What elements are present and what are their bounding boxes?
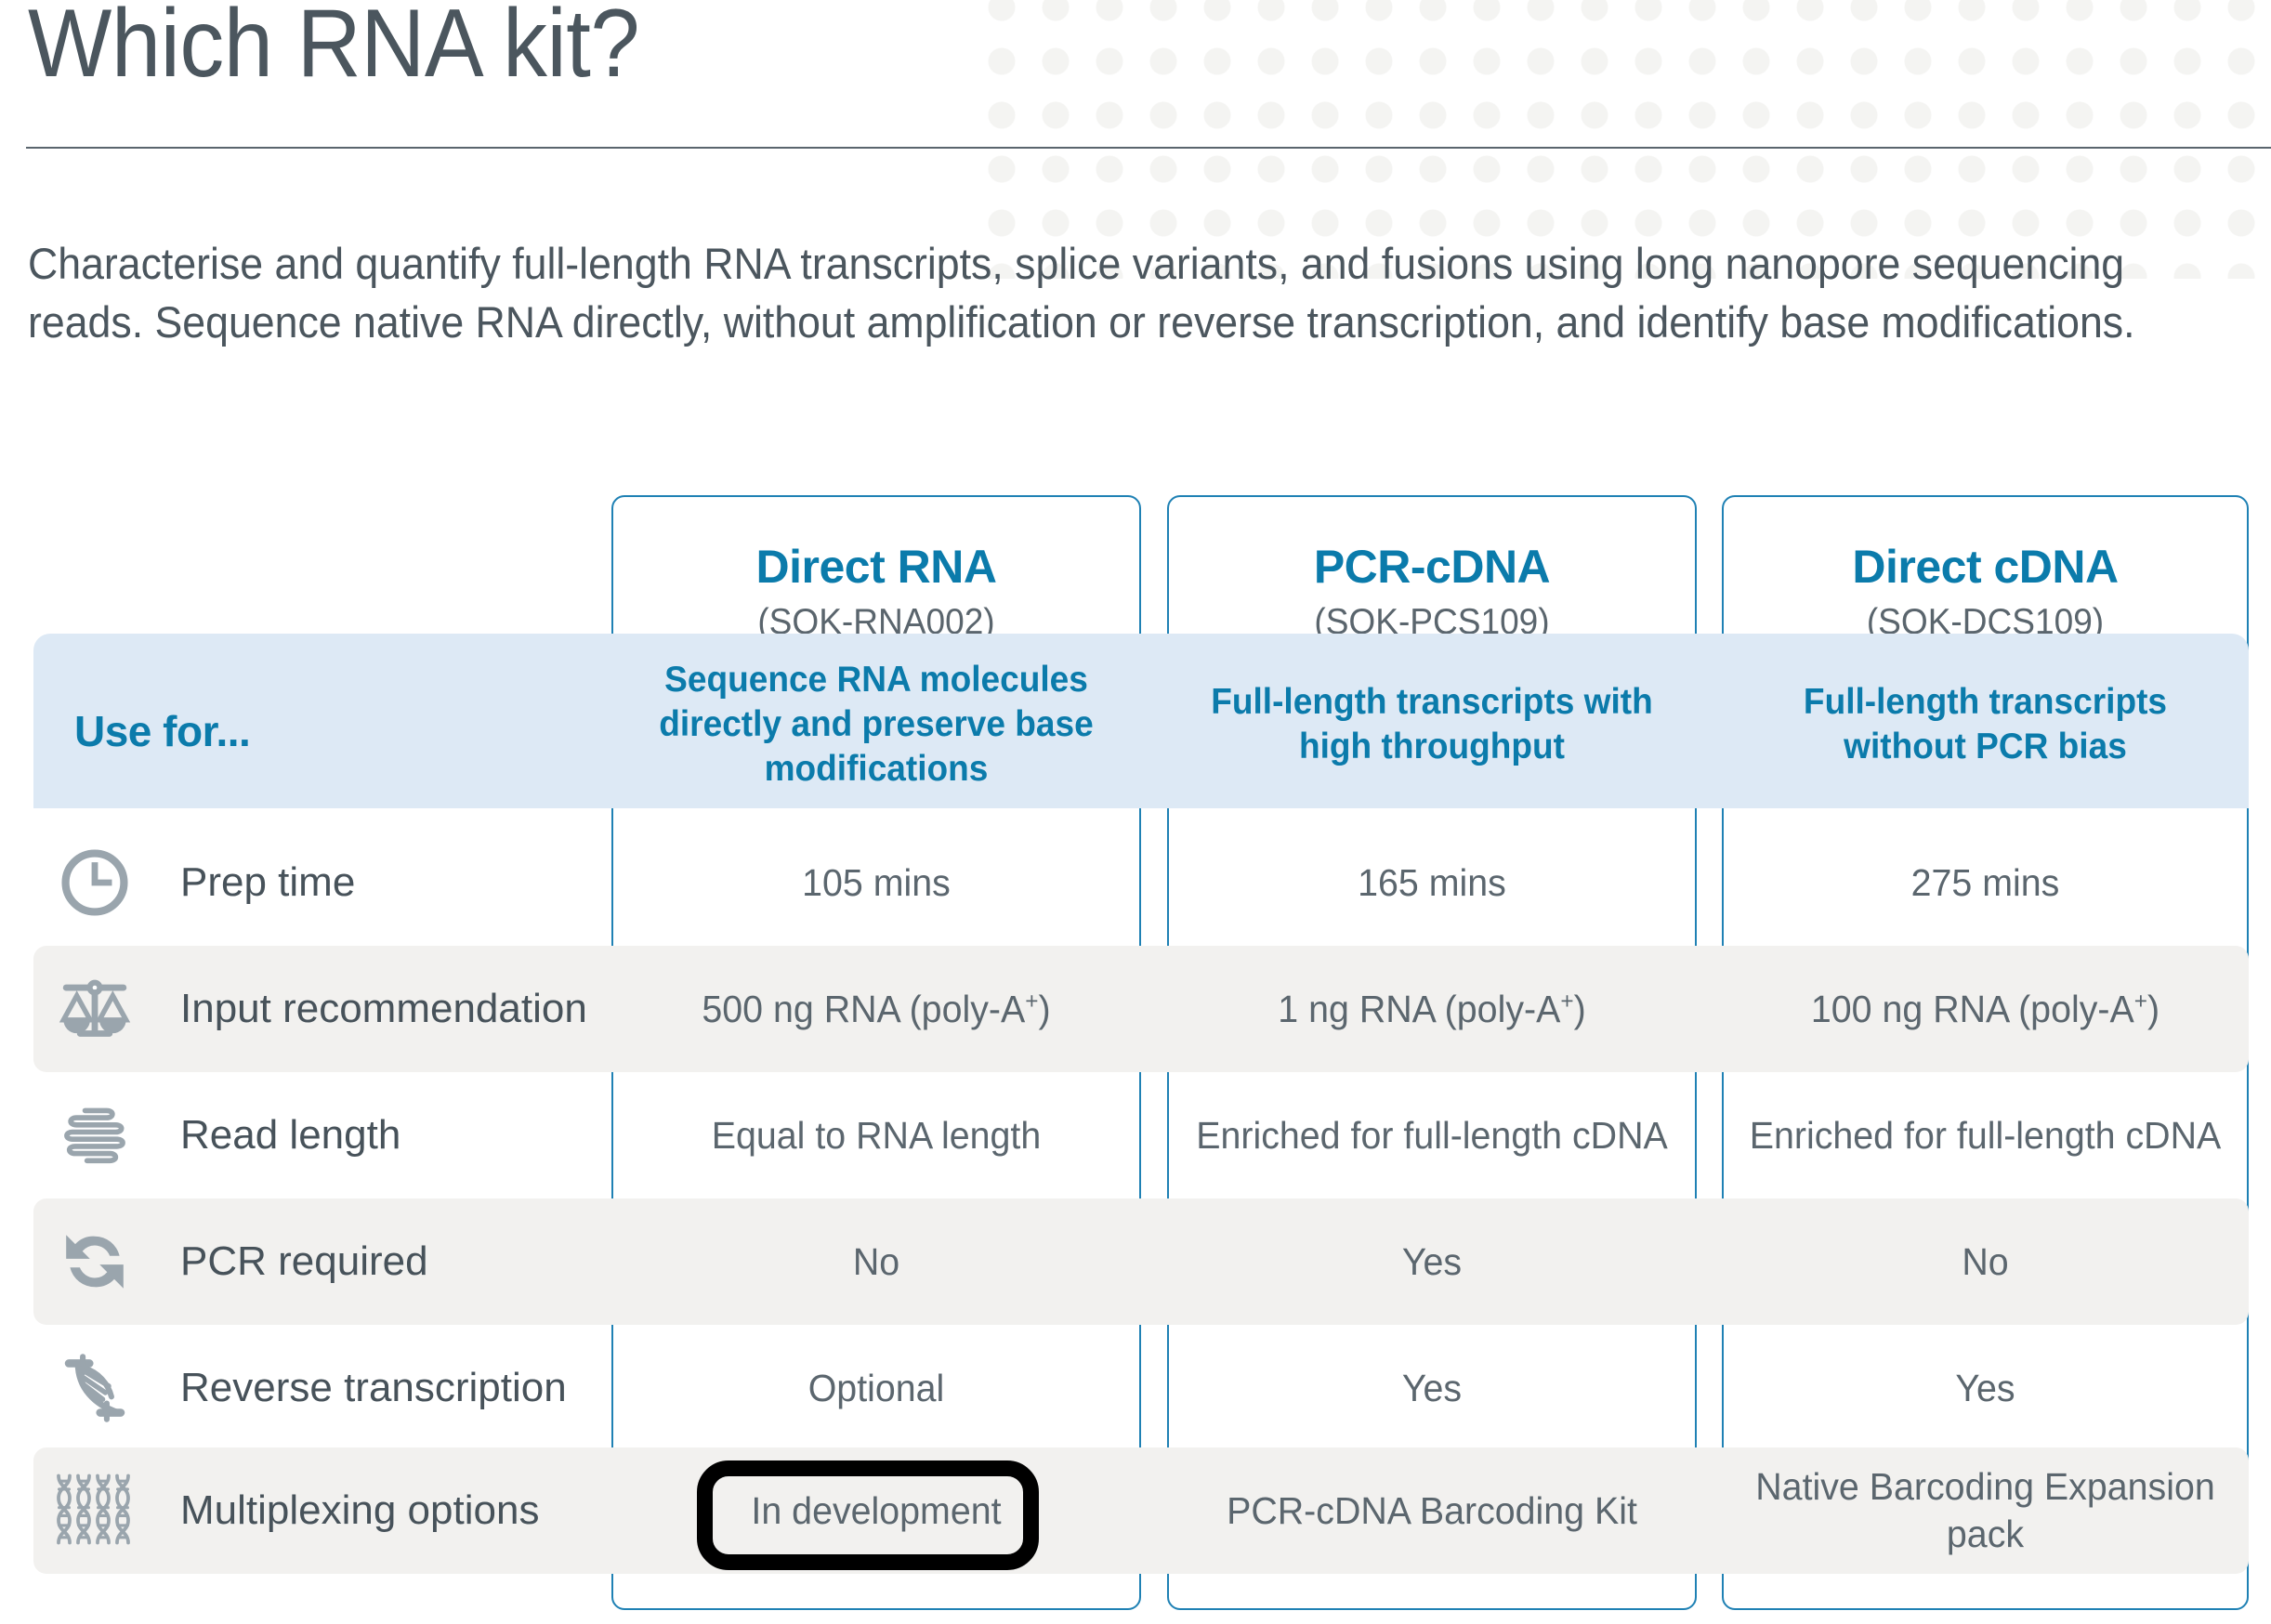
kit-code: (SQK-PCS109) xyxy=(1314,602,1550,642)
row-label: Read length xyxy=(180,1112,401,1158)
dna-multiplex-icon xyxy=(50,1471,139,1551)
row-label: Prep time xyxy=(180,859,356,905)
row-label: Input recommendation xyxy=(180,986,587,1031)
kit-code: (SQK-DCS109) xyxy=(1866,602,2105,642)
balance-scale-icon xyxy=(50,969,139,1049)
use-for-row-label: Use for... xyxy=(74,707,251,755)
kit-title: Direct RNA xyxy=(755,541,997,593)
which-rna-kit-page: Which RNA kit? Characterise and quantify… xyxy=(0,0,2271,1624)
clock-icon xyxy=(50,845,139,921)
intro-paragraph: Characterise and quantify full-length RN… xyxy=(28,239,2135,347)
row-label: Reverse transcription xyxy=(180,1365,567,1410)
kit-card-direct-rna[interactable]: Direct RNA (SQK-RNA002) xyxy=(611,495,1141,1610)
kit-code: (SQK-RNA002) xyxy=(757,602,995,642)
kit-card-pcr-cdna[interactable]: PCR-cDNA (SQK-PCS109) xyxy=(1167,495,1697,1610)
kit-title: Direct cDNA xyxy=(1852,541,2119,593)
kit-card-direct-cdna[interactable]: Direct cDNA (SQK-DCS109) xyxy=(1722,495,2249,1610)
cycle-arrows-icon xyxy=(50,1223,139,1301)
kit-title: PCR-cDNA xyxy=(1313,541,1551,593)
title-divider xyxy=(26,147,2271,149)
kit-card-header: Direct RNA (SQK-RNA002) xyxy=(613,542,1139,643)
rna-strand-icon xyxy=(50,1096,139,1174)
dna-helix-icon xyxy=(50,1348,139,1428)
kit-card-header: PCR-cDNA (SQK-PCS109) xyxy=(1169,542,1695,643)
kit-card-header: Direct cDNA (SQK-DCS109) xyxy=(1724,542,2247,643)
page-title: Which RNA kit? xyxy=(28,0,640,98)
row-label: PCR required xyxy=(180,1238,428,1284)
row-label: Multiplexing options xyxy=(180,1487,540,1533)
